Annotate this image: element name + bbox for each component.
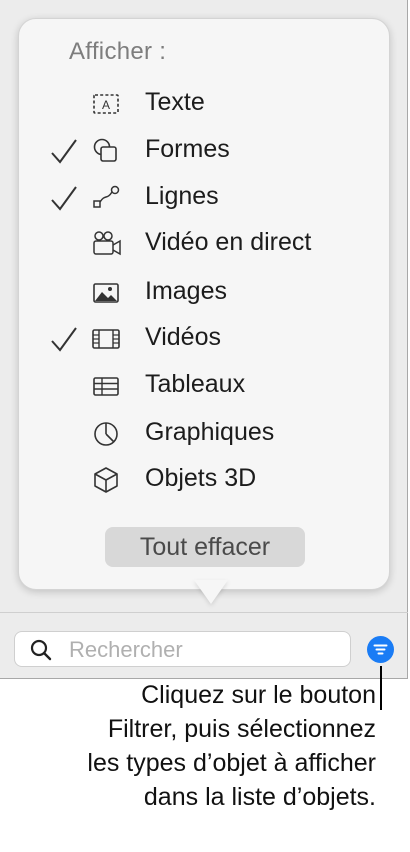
checkmark-icon — [49, 323, 79, 355]
search-field[interactable] — [14, 631, 351, 667]
callout-line — [380, 666, 382, 710]
filter-item-label: Graphiques — [145, 418, 275, 446]
shapes-icon — [89, 135, 123, 167]
object-list-panel: Afficher : A Texte Formes Lignes Vidéo e… — [0, 0, 408, 679]
filter-item-label: Images — [145, 277, 227, 305]
filter-item-label: Texte — [145, 88, 205, 116]
callout-line-1: Cliquez sur le bouton — [141, 681, 376, 709]
filter-item-images[interactable]: Images — [49, 273, 379, 313]
filter-button[interactable] — [367, 636, 394, 663]
filter-item-label: Lignes — [145, 182, 219, 210]
image-icon — [89, 277, 123, 309]
search-icon — [29, 638, 53, 662]
filter-item-label: Tableaux — [145, 370, 246, 398]
search-input[interactable] — [67, 635, 341, 665]
callout-line-3: les types d’objet à afficher — [87, 749, 376, 777]
show-filter-popover: Afficher : A Texte Formes Lignes Vidéo e… — [18, 18, 390, 590]
live-video-icon — [89, 228, 123, 260]
checkmark-icon — [49, 135, 79, 167]
filter-item-label: Vidéo en direct — [145, 228, 312, 256]
filter-item-lines[interactable]: Lignes — [49, 178, 379, 218]
filter-icon — [373, 644, 388, 655]
callout-line-4: dans la liste d’objets. — [143, 783, 376, 811]
popover-arrow — [194, 580, 228, 604]
callout-text: Cliquez sur le bouton Filtrer, puis séle… — [36, 678, 376, 814]
filter-item-label: Formes — [145, 135, 230, 163]
filter-item-live-video[interactable]: Vidéo en direct — [49, 224, 379, 264]
filter-item-tables[interactable]: Tableaux — [49, 366, 379, 406]
svg-text:A: A — [102, 98, 110, 112]
checkmark-icon — [49, 182, 79, 214]
clear-all-button[interactable]: Tout effacer — [105, 527, 305, 567]
filter-item-3d-objects[interactable]: Objets 3D — [49, 460, 379, 500]
lines-icon — [89, 182, 123, 214]
film-icon — [89, 323, 123, 355]
text-box-icon: A — [89, 88, 123, 120]
cube-icon — [89, 464, 123, 496]
table-icon — [89, 370, 123, 402]
filter-item-text[interactable]: A Texte — [49, 84, 379, 124]
panel-divider — [0, 612, 408, 613]
filter-item-label: Vidéos — [145, 323, 221, 351]
filter-item-videos[interactable]: Vidéos — [49, 319, 379, 359]
chart-icon — [89, 418, 123, 450]
filter-item-label: Objets 3D — [145, 464, 257, 492]
filter-item-charts[interactable]: Graphiques — [49, 414, 379, 454]
filter-item-shapes[interactable]: Formes — [49, 131, 379, 171]
callout-line-2: Filtrer, puis sélectionnez — [107, 715, 376, 743]
popover-heading: Afficher : — [69, 38, 167, 65]
